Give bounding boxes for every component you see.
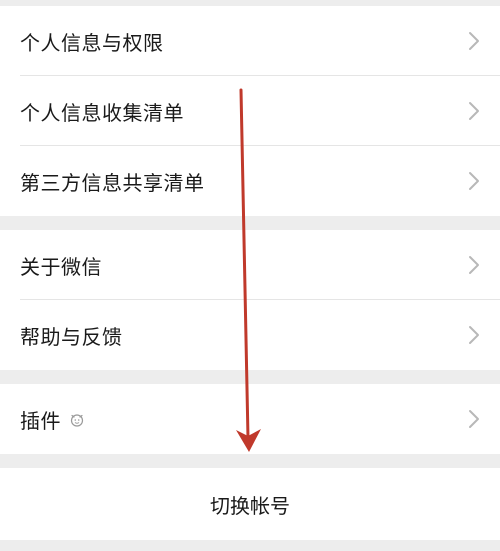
privacy-group: 个人信息与权限 个人信息收集清单 第三方信息共享清单 [0,6,500,216]
chevron-right-icon [469,256,479,274]
row-label: 插件 [20,408,61,433]
row-label: 个人信息收集清单 [20,100,184,125]
switch-account-button[interactable]: 切换帐号 [0,468,500,540]
chevron-right-icon [469,172,479,190]
bottom-spacer [0,540,500,551]
row-about-wechat[interactable]: 关于微信 [0,230,500,300]
row-plugins[interactable]: 插件 [0,384,500,454]
row-label: 第三方信息共享清单 [20,170,205,195]
row-third-party-sharing[interactable]: 第三方信息共享清单 [0,146,500,216]
row-label: 个人信息与权限 [20,30,164,55]
chevron-right-icon [469,32,479,50]
chevron-right-icon [469,410,479,428]
settings-list: 个人信息与权限 个人信息收集清单 第三方信息共享清单 关于微信 帮助与反馈 插件 [0,0,500,551]
row-help-feedback[interactable]: 帮助与反馈 [0,300,500,370]
row-label: 关于微信 [20,254,102,279]
row-personal-info-permissions[interactable]: 个人信息与权限 [0,6,500,76]
row-personal-info-collection[interactable]: 个人信息收集清单 [0,76,500,146]
section-gap [0,216,500,230]
about-group: 关于微信 帮助与反馈 [0,230,500,370]
plugins-group: 插件 [0,384,500,454]
switch-account-label: 切换帐号 [210,493,290,518]
section-gap [0,454,500,468]
chevron-right-icon [469,102,479,120]
section-gap [0,370,500,384]
row-label: 帮助与反馈 [20,324,123,349]
chevron-right-icon [469,326,479,344]
plugin-face-icon [70,414,84,427]
